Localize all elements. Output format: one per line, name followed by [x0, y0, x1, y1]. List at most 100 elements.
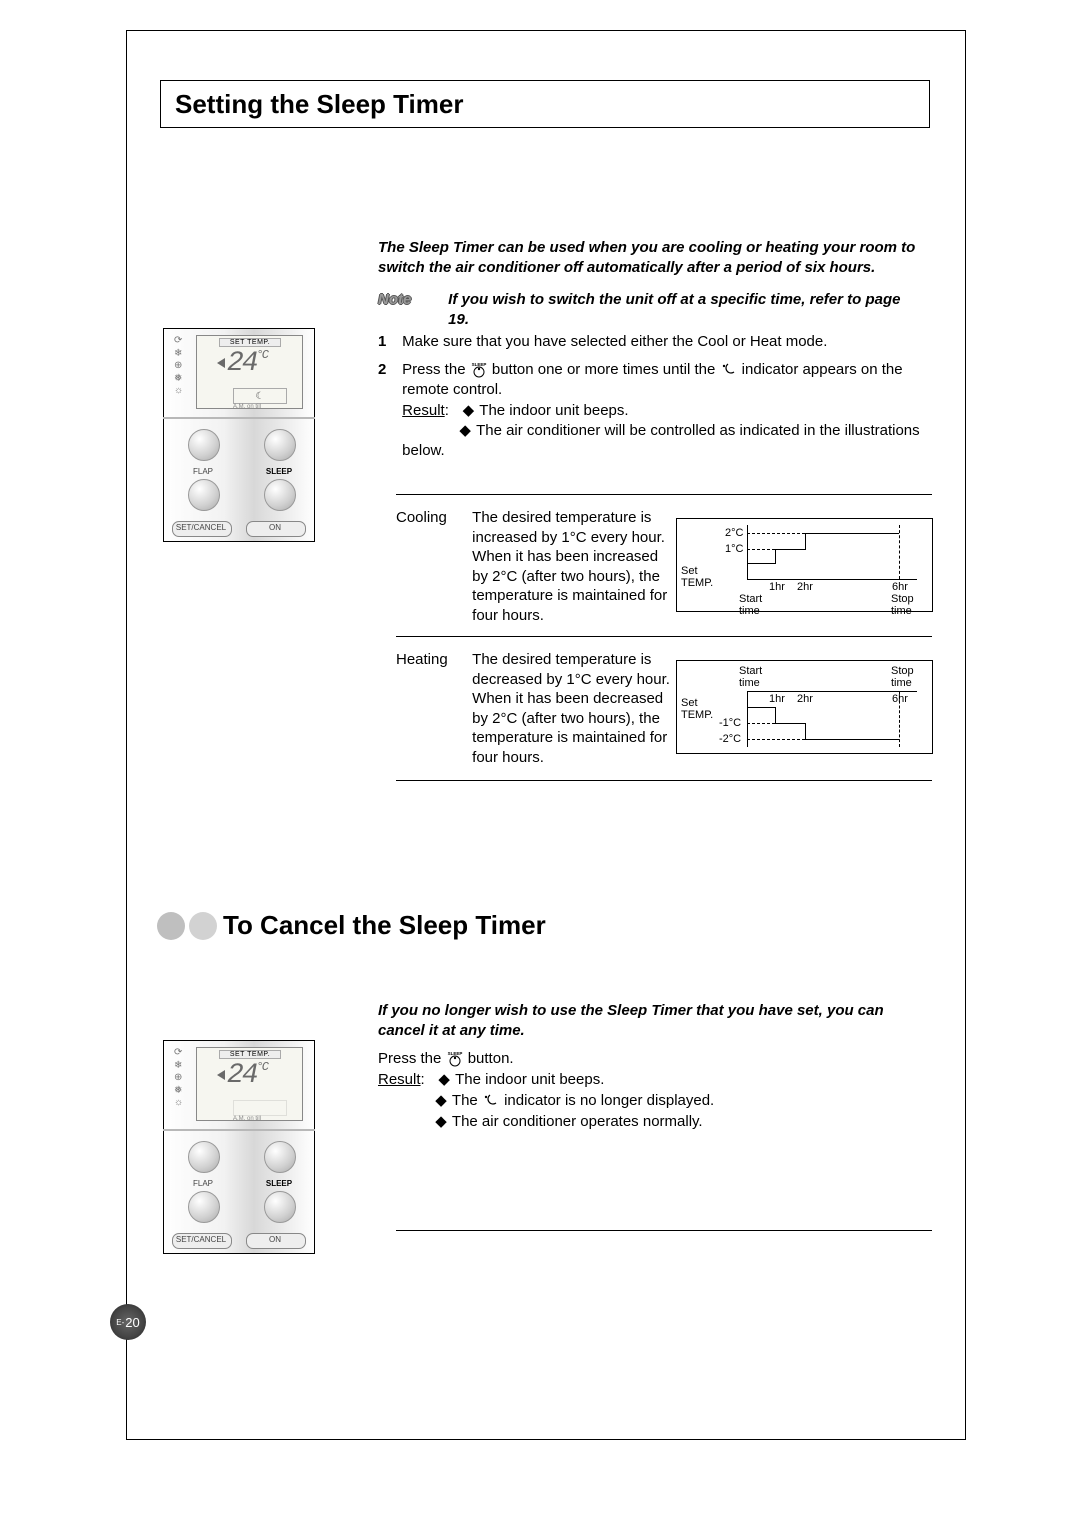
cancel-body: Press the SLEEP button. Result: ◆ The in… — [378, 1048, 930, 1132]
moon-sleep-icon — [482, 1093, 500, 1107]
set-temp-label: SET TEMP. — [219, 1050, 281, 1059]
page-title-box: Setting the Sleep Timer — [160, 80, 930, 128]
step-2-mid: button one or more times until the — [492, 361, 720, 378]
diamond-bullet: ◆ — [461, 401, 475, 421]
mode-icons-col: ⟳❄⊕❅☼ — [174, 1047, 183, 1110]
mode-icons-col: ⟳❄⊕❅☼ — [174, 335, 183, 398]
page-num: 20 — [125, 1315, 139, 1330]
svg-text:SLEEP: SLEEP — [447, 1051, 462, 1056]
cancel-title: To Cancel the Sleep Timer — [223, 910, 546, 941]
svg-text:SLEEP: SLEEP — [471, 362, 486, 367]
remote-button — [264, 1141, 296, 1173]
x-axis — [747, 691, 917, 692]
graph-6hr: 6hr — [892, 581, 908, 593]
aux-label: A.M. on till — [233, 404, 261, 410]
flap-label: FLAP — [188, 1179, 218, 1188]
sleep-button-icon: SLEEP — [470, 360, 488, 378]
remote-screen: SET TEMP. 24°C A.M. on till — [196, 1047, 303, 1121]
remote-divider — [163, 417, 315, 419]
cooling-label: Cooling — [396, 508, 468, 528]
temp-value: 24 — [227, 1060, 257, 1091]
page-title: Setting the Sleep Timer — [175, 89, 463, 120]
sleep-label: SLEEP — [264, 1179, 294, 1188]
temp-readout: 24°C — [227, 348, 267, 379]
triangle-icon — [217, 1070, 225, 1080]
graph-set-temp: Set TEMP. — [681, 697, 713, 721]
on-label: ON — [246, 523, 304, 532]
heating-desc: The desired temperature is decreased by … — [472, 650, 672, 767]
cooling-block: Cooling The desired temperature is incre… — [396, 508, 672, 625]
diamond-bullet: ◆ — [458, 421, 472, 441]
moon-sleep-icon — [720, 362, 738, 376]
divider — [396, 1230, 932, 1231]
divider — [396, 780, 932, 781]
cooling-desc: The desired temperature is increased by … — [472, 508, 672, 625]
step-2: 2 Press the SLEEP button one or more tim… — [378, 360, 930, 461]
set-temp-label: SET TEMP. — [219, 338, 281, 347]
step-num-1: 1 — [378, 332, 398, 352]
on-label: ON — [246, 1235, 304, 1244]
flap-label: FLAP — [188, 467, 218, 476]
graph-2hr: 2hr — [797, 581, 813, 593]
remote-button — [264, 1191, 296, 1223]
deg-label: °C — [257, 1060, 267, 1074]
heating-block: Heating The desired temperature is decre… — [396, 650, 672, 767]
remote-illustration-top: ⟳❄⊕❅☼ SET TEMP. 24°C ☾ A.M. on till FLAP… — [163, 328, 315, 542]
cancel-bullet-3: The air conditioner operates normally. — [452, 1113, 703, 1130]
cancel-intro: If you no longer wish to use the Sleep T… — [378, 1001, 930, 1040]
divider — [396, 636, 932, 637]
intro-paragraph: The Sleep Timer can be used when you are… — [378, 238, 930, 277]
heating-label: Heating — [396, 650, 468, 670]
graph-stop: Stop time — [891, 593, 914, 617]
divider — [396, 494, 932, 495]
heating-graph: Set TEMP. -1°C -2°C 1hr 2hr 6hr Start ti… — [676, 660, 933, 754]
temp-value: 24 — [227, 348, 257, 379]
remote-button — [264, 479, 296, 511]
triangle-icon — [217, 358, 225, 368]
result-bullet-2: The air conditioner will be controlled a… — [402, 422, 919, 459]
decor-dot — [157, 912, 185, 940]
sleep-indicator-bar-off — [233, 1100, 287, 1116]
note-text: If you wish to switch the unit off at a … — [448, 290, 918, 329]
page-number-badge: E- 20 — [110, 1304, 146, 1340]
sleep-label: SLEEP — [264, 467, 294, 476]
remote-illustration-bottom: ⟳❄⊕❅☼ SET TEMP. 24°C A.M. on till FLAP S… — [163, 1040, 315, 1254]
graph-2c: 2°C — [725, 527, 743, 539]
remote-divider — [163, 1129, 315, 1131]
result-bullet-1: The indoor unit beeps. — [479, 402, 628, 419]
diamond-bullet: ◆ — [437, 1069, 451, 1090]
cooling-graph: Set TEMP. 2°C 1°C 1hr 2hr 6hr Start time… — [676, 518, 933, 612]
graph-stop: Stop time — [891, 665, 914, 689]
deg-label: °C — [257, 348, 267, 362]
note-row: Note If you wish to switch the unit off … — [378, 290, 930, 329]
temp-readout: 24°C — [227, 1060, 267, 1091]
remote-button — [188, 429, 220, 461]
graph-1hr: 1hr — [769, 581, 785, 593]
graph-2hr: 2hr — [797, 693, 813, 705]
remote-button — [264, 429, 296, 461]
remote-button — [188, 1191, 220, 1223]
step-num-2: 2 — [378, 360, 398, 380]
cancel-bullet-1: The indoor unit beeps. — [455, 1071, 604, 1088]
cancel-press-pre: Press the — [378, 1050, 446, 1067]
note-label: Note — [378, 290, 444, 310]
step-2-pre: Press the — [402, 361, 470, 378]
graph-start: Start time — [739, 593, 762, 617]
graph-start: Start time — [739, 665, 762, 689]
diamond-bullet: ◆ — [434, 1090, 448, 1111]
result-label: Result — [402, 402, 445, 419]
graph-n2c: -2°C — [719, 733, 741, 745]
cancel-bullet-2-post: indicator is no longer displayed. — [504, 1092, 714, 1109]
remote-button — [188, 479, 220, 511]
graph-1c: 1°C — [725, 543, 743, 555]
graph-1hr: 1hr — [769, 693, 785, 705]
cancel-title-row: To Cancel the Sleep Timer — [155, 910, 546, 941]
graph-n1c: -1°C — [719, 717, 741, 729]
sleep-indicator-bar: ☾ — [233, 388, 287, 404]
cancel-press-post: button. — [468, 1050, 514, 1067]
step-1: 1 Make sure that you have selected eithe… — [378, 332, 930, 352]
diamond-bullet: ◆ — [434, 1111, 448, 1132]
cancel-bullet-2-pre: The — [452, 1092, 482, 1109]
sleep-button-icon: SLEEP — [446, 1049, 464, 1067]
remote-screen: SET TEMP. 24°C ☾ A.M. on till — [196, 335, 303, 409]
